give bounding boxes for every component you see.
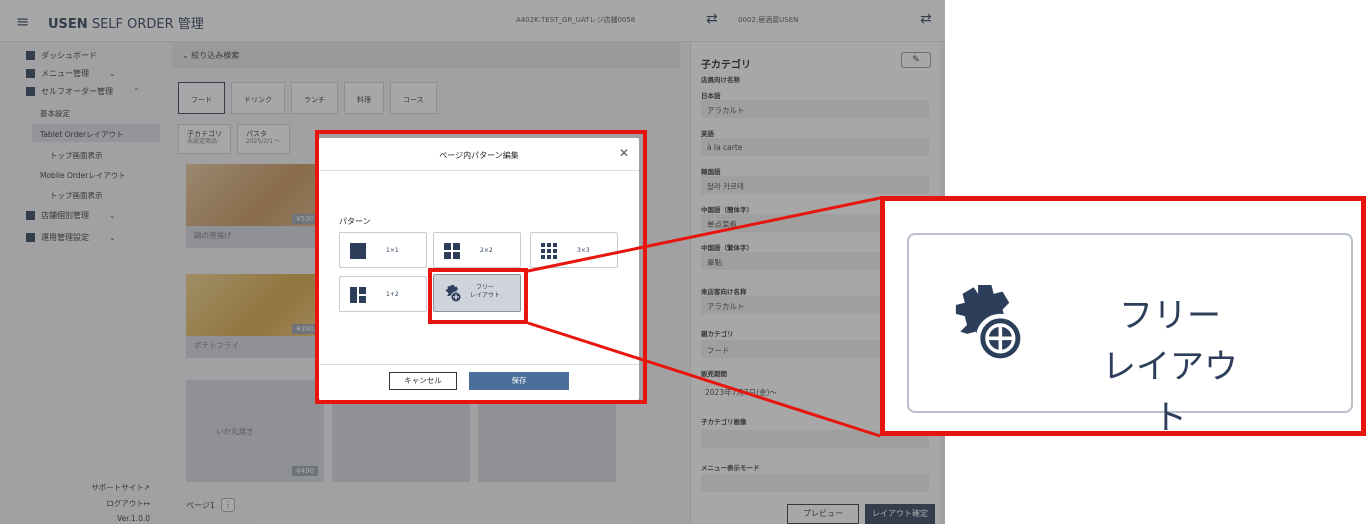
gear-move-icon <box>955 285 1025 363</box>
zoom-free-layout-button: フリー レイアウト <box>907 233 1353 438</box>
zoom-callout: フリー レイアウト <box>880 196 1366 438</box>
zoom-label: フリー レイアウト <box>1102 296 1238 438</box>
